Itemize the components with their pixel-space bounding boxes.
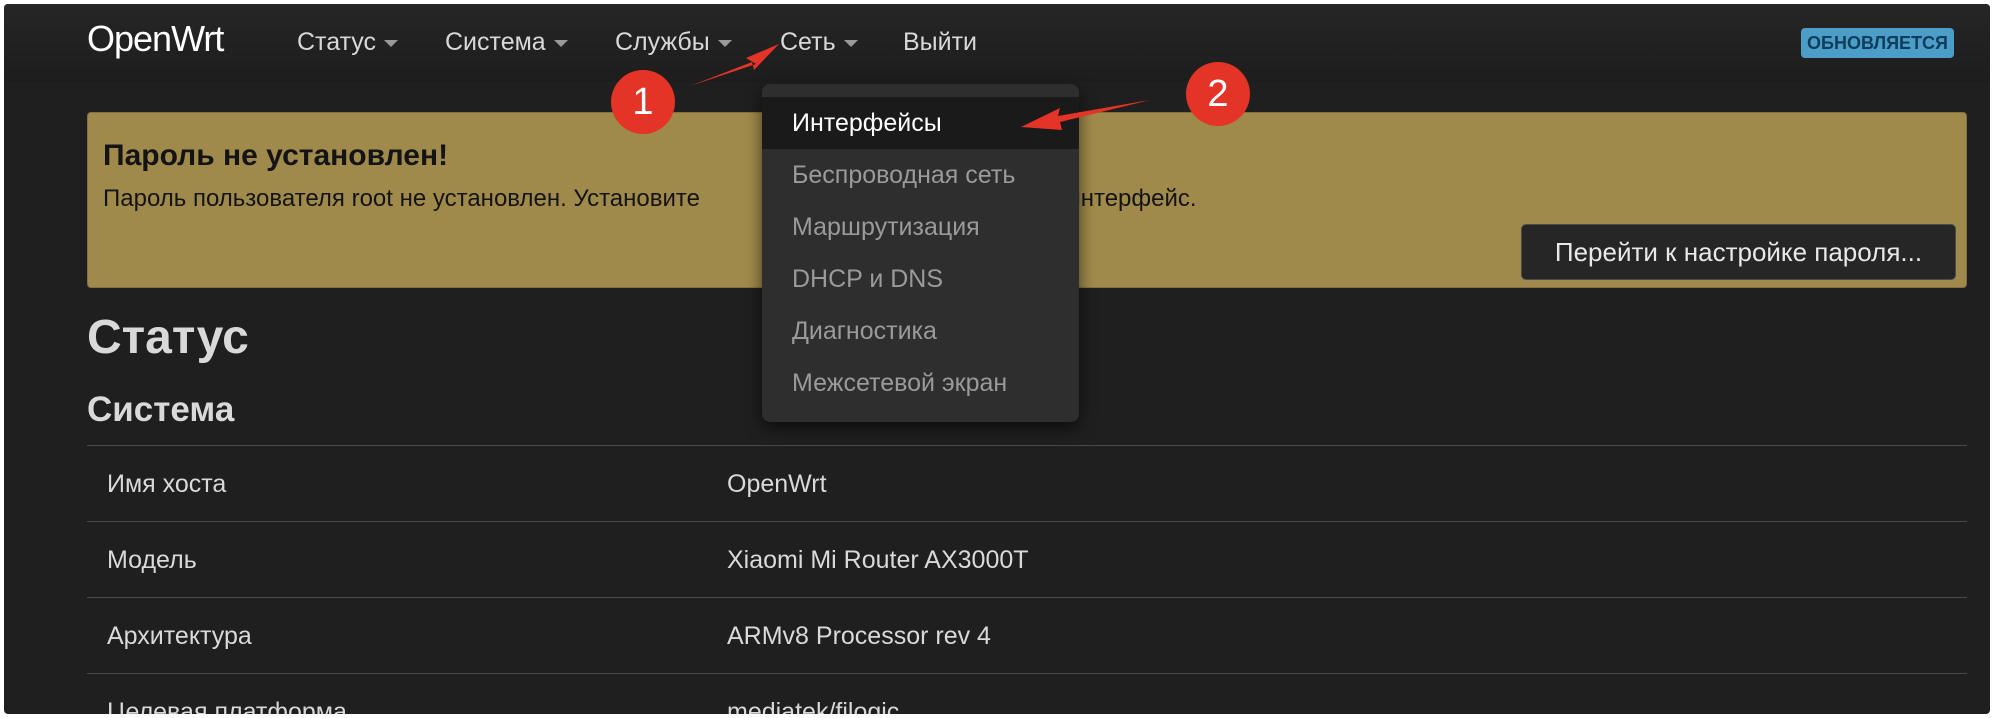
nav-logout[interactable]: Выйти <box>903 28 977 57</box>
caret-down-icon <box>553 39 568 47</box>
brand-logo[interactable]: OpenWrt <box>87 18 224 60</box>
row-key: Имя хоста <box>107 470 227 498</box>
menu-item-firewall[interactable]: Межсетевой экран <box>762 357 1079 409</box>
table-row: Целевая платформа mediatek/filogic <box>87 673 1967 714</box>
row-key: Архитектура <box>107 622 252 650</box>
system-table: Имя хоста OpenWrt Модель Xiaomi Mi Route… <box>87 445 1967 714</box>
nav-network[interactable]: Сеть <box>780 28 858 57</box>
nav-system[interactable]: Система <box>445 28 568 57</box>
nav-services[interactable]: Службы <box>615 28 732 57</box>
nav-status-label: Статус <box>297 28 377 56</box>
menu-item-dhcp-dns[interactable]: DHCP и DNS <box>762 253 1079 305</box>
annotation-marker-2: 2 <box>1186 62 1250 126</box>
section-title: Система <box>87 390 235 429</box>
page-title: Статус <box>87 311 249 364</box>
network-dropdown-menu: Интерфейсы Беспроводная сеть Маршрутизац… <box>762 84 1079 422</box>
row-key: Модель <box>107 546 197 574</box>
caret-down-icon <box>717 39 732 47</box>
nav-system-label: Система <box>445 28 546 56</box>
top-navbar: OpenWrt Статус Система Службы Сеть Выйти… <box>4 4 1990 82</box>
caret-down-icon <box>384 39 399 47</box>
row-value: Xiaomi Mi Router AX3000T <box>727 546 1029 574</box>
menu-item-wireless[interactable]: Беспроводная сеть <box>762 149 1079 201</box>
nav-network-label: Сеть <box>780 28 836 56</box>
menu-item-diagnostics[interactable]: Диагностика <box>762 305 1079 357</box>
row-value: ARMv8 Processor rev 4 <box>727 622 991 650</box>
menu-item-interfaces[interactable]: Интерфейсы <box>762 97 1079 149</box>
row-value: mediatek/filogic <box>727 698 900 714</box>
caret-down-icon <box>843 39 858 47</box>
alert-title: Пароль не установлен! <box>103 139 449 172</box>
nav-status[interactable]: Статус <box>297 28 399 57</box>
row-value: OpenWrt <box>727 470 827 498</box>
table-row: Имя хоста OpenWrt <box>87 445 1967 521</box>
app-window: OpenWrt Статус Система Службы Сеть Выйти… <box>4 4 1990 714</box>
menu-item-routing[interactable]: Маршрутизация <box>762 201 1079 253</box>
go-to-password-button[interactable]: Перейти к настройке пароля... <box>1521 224 1956 280</box>
row-key: Целевая платформа <box>107 698 347 714</box>
table-row: Архитектура ARMv8 Processor rev 4 <box>87 597 1967 673</box>
nav-logout-label: Выйти <box>903 28 978 56</box>
annotation-marker-1: 1 <box>611 70 675 134</box>
status-badge: ОБНОВЛЯЕТСЯ <box>1801 28 1954 58</box>
table-row: Модель Xiaomi Mi Router AX3000T <box>87 521 1967 597</box>
nav-services-label: Службы <box>615 28 710 56</box>
